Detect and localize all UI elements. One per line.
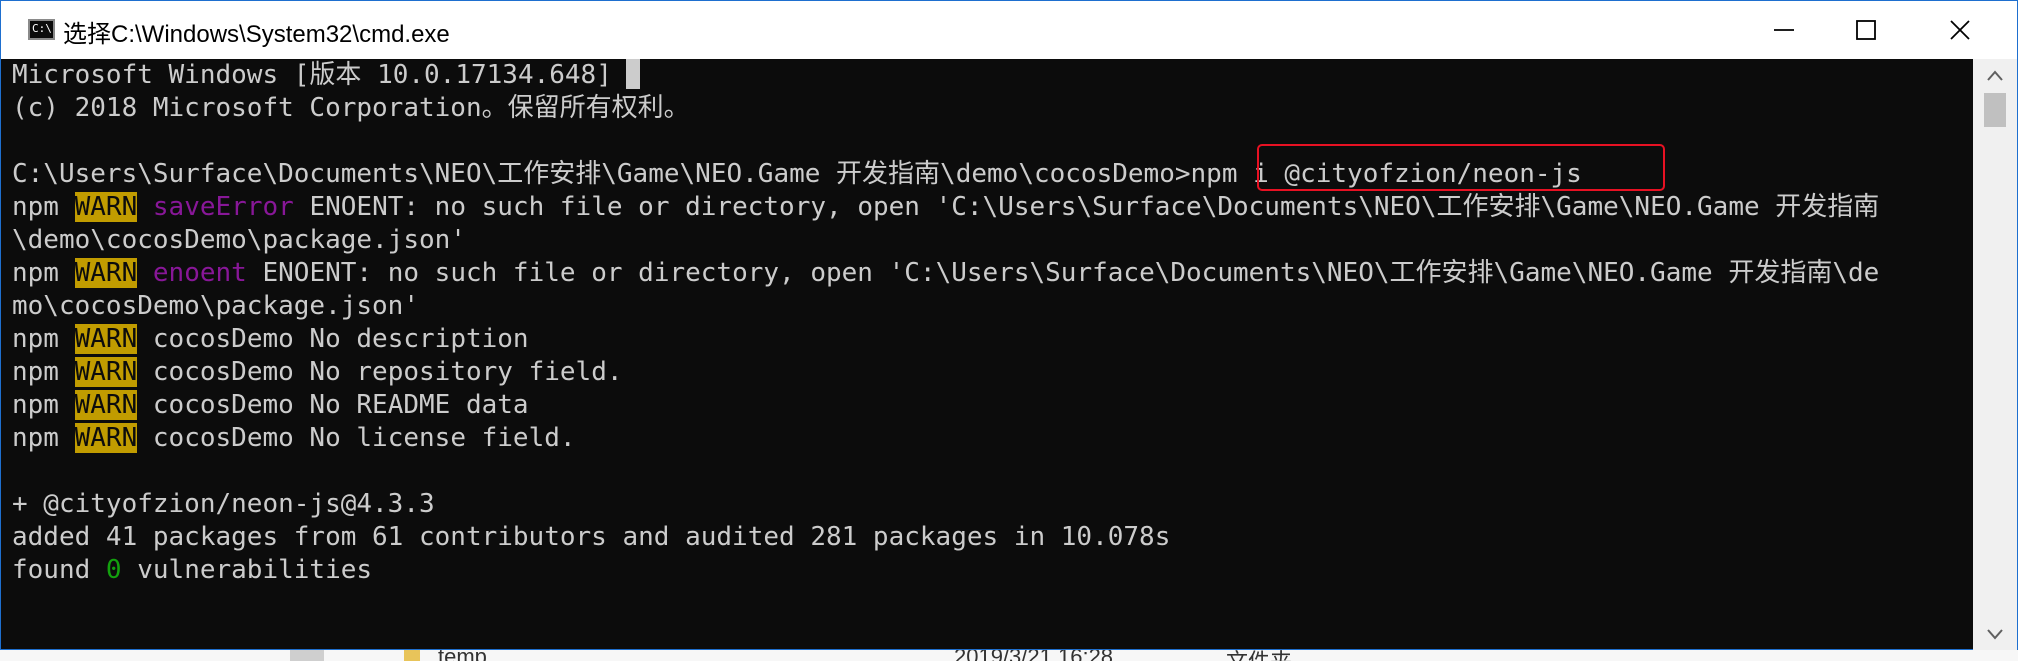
console-line: npm WARN saveError ENOENT: no such file … [12,191,1972,224]
scroll-up-button[interactable] [1973,59,2017,93]
vertical-scrollbar[interactable] [1973,59,2017,651]
window-title: 选择C:\Windows\System32\cmd.exe [63,21,450,48]
console-line: C:\Users\Surface\Documents\NEO\工作安排\Game… [12,158,1972,191]
maximize-icon [1856,20,1876,40]
minimize-button[interactable] [1737,1,1831,59]
console-text: + @cityofzion/neon-js@4.3.3 [12,489,435,519]
console-output[interactable]: Microsoft Windows [版本 10.0.17134.648] (c)… [12,59,1972,651]
warn-badge: WARN [74,357,138,387]
close-button[interactable] [1913,1,2007,59]
warn-badge: WARN [74,258,138,288]
console-text: ENOENT: no such file or directory, open … [293,192,1880,222]
cmd-app-icon[interactable]: C:\ [28,19,55,40]
console-text: npm [12,390,75,420]
console-line: \demo\cocosDemo\package.json' [12,224,1972,257]
scroll-down-button[interactable] [1973,617,2017,651]
console-text: cocosDemo No license field. [137,423,576,453]
console-text: saveError [152,192,294,222]
console-text: found [12,555,106,585]
background-row-name: temp [438,650,487,661]
console-line: npm WARN cocosDemo No description [12,323,1972,356]
console-text: npm [12,423,75,453]
console-text: npm [12,192,75,222]
console-text: npm [12,357,75,387]
console-line: Microsoft Windows [版本 10.0.17134.648] [12,59,1972,92]
console-text: ENOENT: no such file or directory, open … [246,258,1880,288]
background-row-type: 文件夹 [1226,650,1292,661]
highlighted-command-box [1257,144,1665,191]
console-text: npm [12,258,75,288]
background-explorer-window: temp 2019/3/21 16:28 文件夹 [0,650,2018,661]
console-line: npm WARN cocosDemo No license field. [12,422,1972,455]
console-text: Microsoft Windows [版本 10.0.17134.648] [12,60,612,90]
cmd-app-icon-glyph: C:\ [32,22,52,35]
text-cursor [625,59,640,89]
warn-badge: WARN [74,324,138,354]
scroll-down-icon [1987,629,2003,640]
maximize-button[interactable] [1819,1,1913,59]
scroll-up-icon [1987,70,2003,81]
console-line: npm WARN cocosDemo No README data [12,389,1972,422]
console-text: 0 [105,555,122,585]
console-line: npm WARN cocosDemo No repository field. [12,356,1972,389]
title-bar[interactable]: C:\ 选择C:\Windows\System32\cmd.exe [1,1,2017,59]
console-text: vulnerabilities [121,555,373,585]
console-line: mo\cocosDemo\package.json' [12,290,1972,323]
console-text: (c) 2018 Microsoft Corporation。保留所有权利。 [12,93,690,123]
warn-badge: WARN [74,192,138,222]
console-text: mo\cocosDemo\package.json' [12,291,419,321]
console-text: npm [12,324,75,354]
console-text: cocosDemo No description [137,324,529,354]
console-line: npm WARN enoent ENOENT: no such file or … [12,257,1972,290]
close-icon [1950,20,1970,40]
minimize-icon [1774,29,1794,31]
warn-badge: WARN [74,423,138,453]
background-divider [290,650,324,661]
console-text: \demo\cocosDemo\package.json' [12,225,466,255]
console-line: added 41 packages from 61 contributors a… [12,521,1972,554]
background-row-date: 2019/3/21 16:28 [954,650,1113,661]
console-text: cocosDemo No README data [137,390,529,420]
cmd-window: C:\ 选择C:\Windows\System32\cmd.exe Micros… [0,0,2018,651]
scroll-thumb[interactable] [1984,93,2006,127]
warn-badge: WARN [74,390,138,420]
console-text: enoent [152,258,247,288]
console-text: added 41 packages from 61 contributors a… [12,522,1171,552]
folder-icon [404,650,420,661]
console-line: found 0 vulnerabilities [12,554,1972,587]
console-text: cocosDemo No repository field. [137,357,623,387]
console-line: + @cityofzion/neon-js@4.3.3 [12,488,1972,521]
console-line: (c) 2018 Microsoft Corporation。保留所有权利。 [12,92,1972,125]
